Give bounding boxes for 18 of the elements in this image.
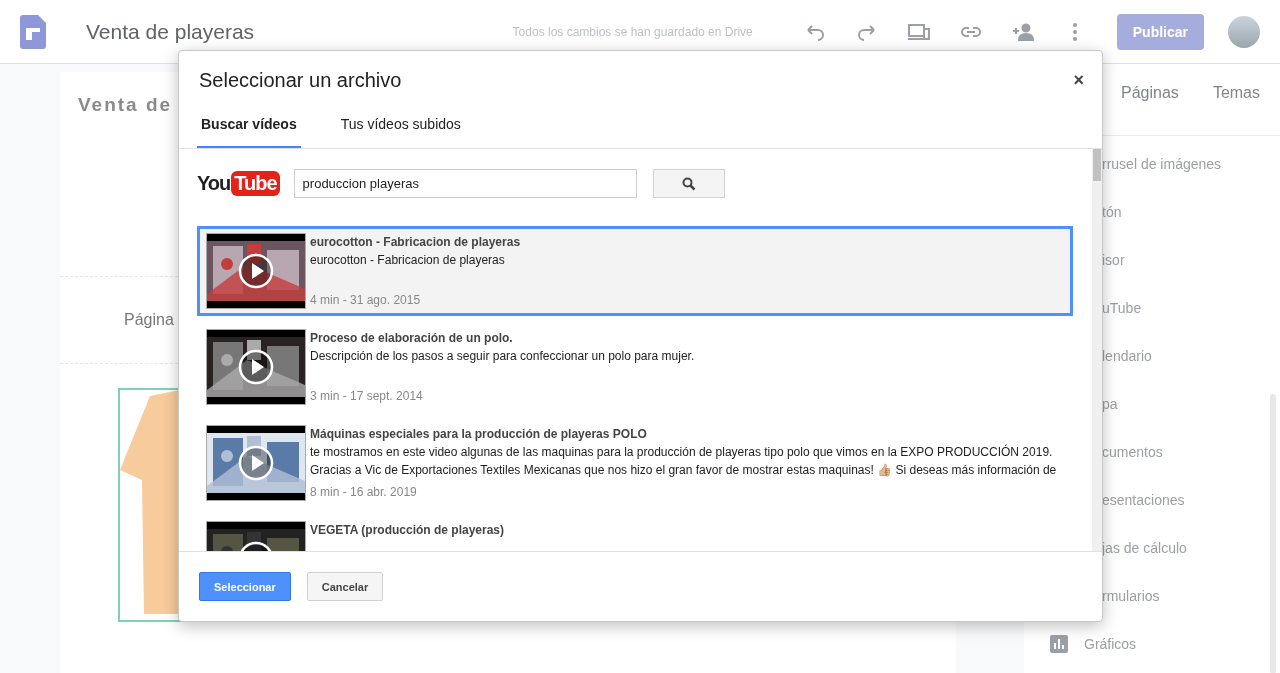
video-description: Descripción de los pasos a seguir para confeccionar un polo para mujer. xyxy=(310,348,695,365)
video-description: te mostramos en este video algunas de las maquinas para la producción de playeras tipo polo que vimos en la EXPO PRODUCCIÓN 2019. xyxy=(310,443,1054,461)
video-meta: 3 min - 17 sept. 2014 xyxy=(310,388,424,405)
video-title: eurocotton - Fabricacion de playeras xyxy=(310,234,521,251)
site-name: Venta de playeras xyxy=(86,19,255,44)
video-meta: 8 min - 16 abr. 2019 xyxy=(310,484,418,501)
video-description: eurocotton - Fabricacion de playeras xyxy=(310,252,506,269)
video-title: Proceso de elaboración de un polo. xyxy=(310,330,514,347)
logo-text: You xyxy=(197,172,231,195)
site-title: Venta de xyxy=(78,94,174,116)
page-label: Página xyxy=(124,311,174,329)
video-title: VEGETA (producción de playeras) xyxy=(310,522,505,539)
video-meta: 4 min - 31 ago. 2015 xyxy=(310,292,422,309)
dialog-title: Seleccionar un archivo xyxy=(199,69,402,92)
video-title: Máquinas especiales para la producción de playeras POLO xyxy=(310,426,648,443)
video-description: Gracias a Vic de Exportaciones Textiles Mexicanas que nos hizo el gran favor de mostrar estas maquinas! 👍🏼 Si deseas más información de xyxy=(310,462,1057,479)
save-status: Todos los cambios se han guardado en Drive xyxy=(512,24,753,39)
logo-badge: Tube xyxy=(231,171,280,196)
